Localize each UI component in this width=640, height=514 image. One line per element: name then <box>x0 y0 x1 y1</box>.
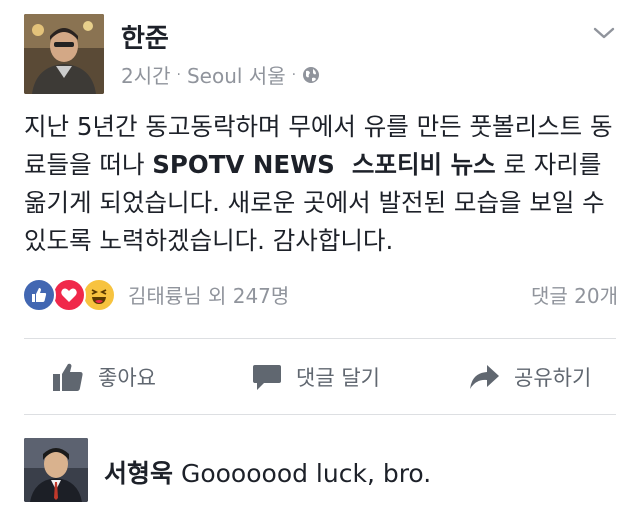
reaction-icons[interactable] <box>22 278 122 312</box>
comment-item: 서형욱 Gooooood luck, bro. <box>24 438 616 504</box>
author-photo <box>24 14 104 94</box>
comment-text: Gooooood luck, bro. <box>180 459 432 488</box>
share-icon <box>470 365 499 389</box>
divider <box>24 338 616 339</box>
comment-button[interactable]: 댓글 달기 <box>252 362 380 392</box>
commenter-photo <box>24 438 88 502</box>
action-bar: 좋아요 댓글 달기 공유하기 <box>0 340 640 414</box>
meta-separator: · <box>176 66 181 83</box>
meta-separator: · <box>291 66 297 83</box>
commenter-name[interactable]: 서형욱 <box>104 459 173 488</box>
haha-icon <box>82 278 116 312</box>
like-label: 좋아요 <box>98 366 156 390</box>
post-time[interactable]: 2시간 <box>121 60 171 89</box>
reaction-summary[interactable]: 김태륭님 외 247명 <box>128 280 289 309</box>
comment-icon <box>253 365 281 390</box>
post-text: 지난 5년간 동고동락하며 무에서 유를 만든 풋볼리스트 동료들을 떠나 SP… <box>24 108 616 260</box>
comment-count[interactable]: 댓글 20개 <box>531 280 618 309</box>
post-text-highlight: SPOTV NEWS 스포티비 뉴스 <box>152 150 496 179</box>
commenter-avatar[interactable] <box>24 438 88 502</box>
love-icon <box>52 278 86 312</box>
post-header: 한준 2시간 · Seoul 서울 · <box>0 0 640 100</box>
like-button[interactable]: 좋아요 <box>52 362 156 392</box>
globe-icon <box>303 66 320 83</box>
comment-label: 댓글 달기 <box>296 366 380 390</box>
like-icon <box>22 278 56 312</box>
thumbs-up-icon <box>53 363 83 391</box>
share-label: 공유하기 <box>514 366 592 390</box>
author-name[interactable]: 한준 <box>121 18 169 55</box>
reactions-bar[interactable]: 김태륭님 외 247명 댓글 20개 <box>22 278 618 312</box>
post-location[interactable]: Seoul 서울 <box>187 60 286 89</box>
share-button[interactable]: 공유하기 <box>468 362 591 392</box>
post-meta: 2시간 · Seoul 서울 · <box>121 60 320 89</box>
comment-content: 서형욱 Gooooood luck, bro. <box>104 454 431 490</box>
chevron-down-icon[interactable] <box>592 24 616 42</box>
author-avatar[interactable] <box>24 14 104 94</box>
divider <box>24 414 616 415</box>
